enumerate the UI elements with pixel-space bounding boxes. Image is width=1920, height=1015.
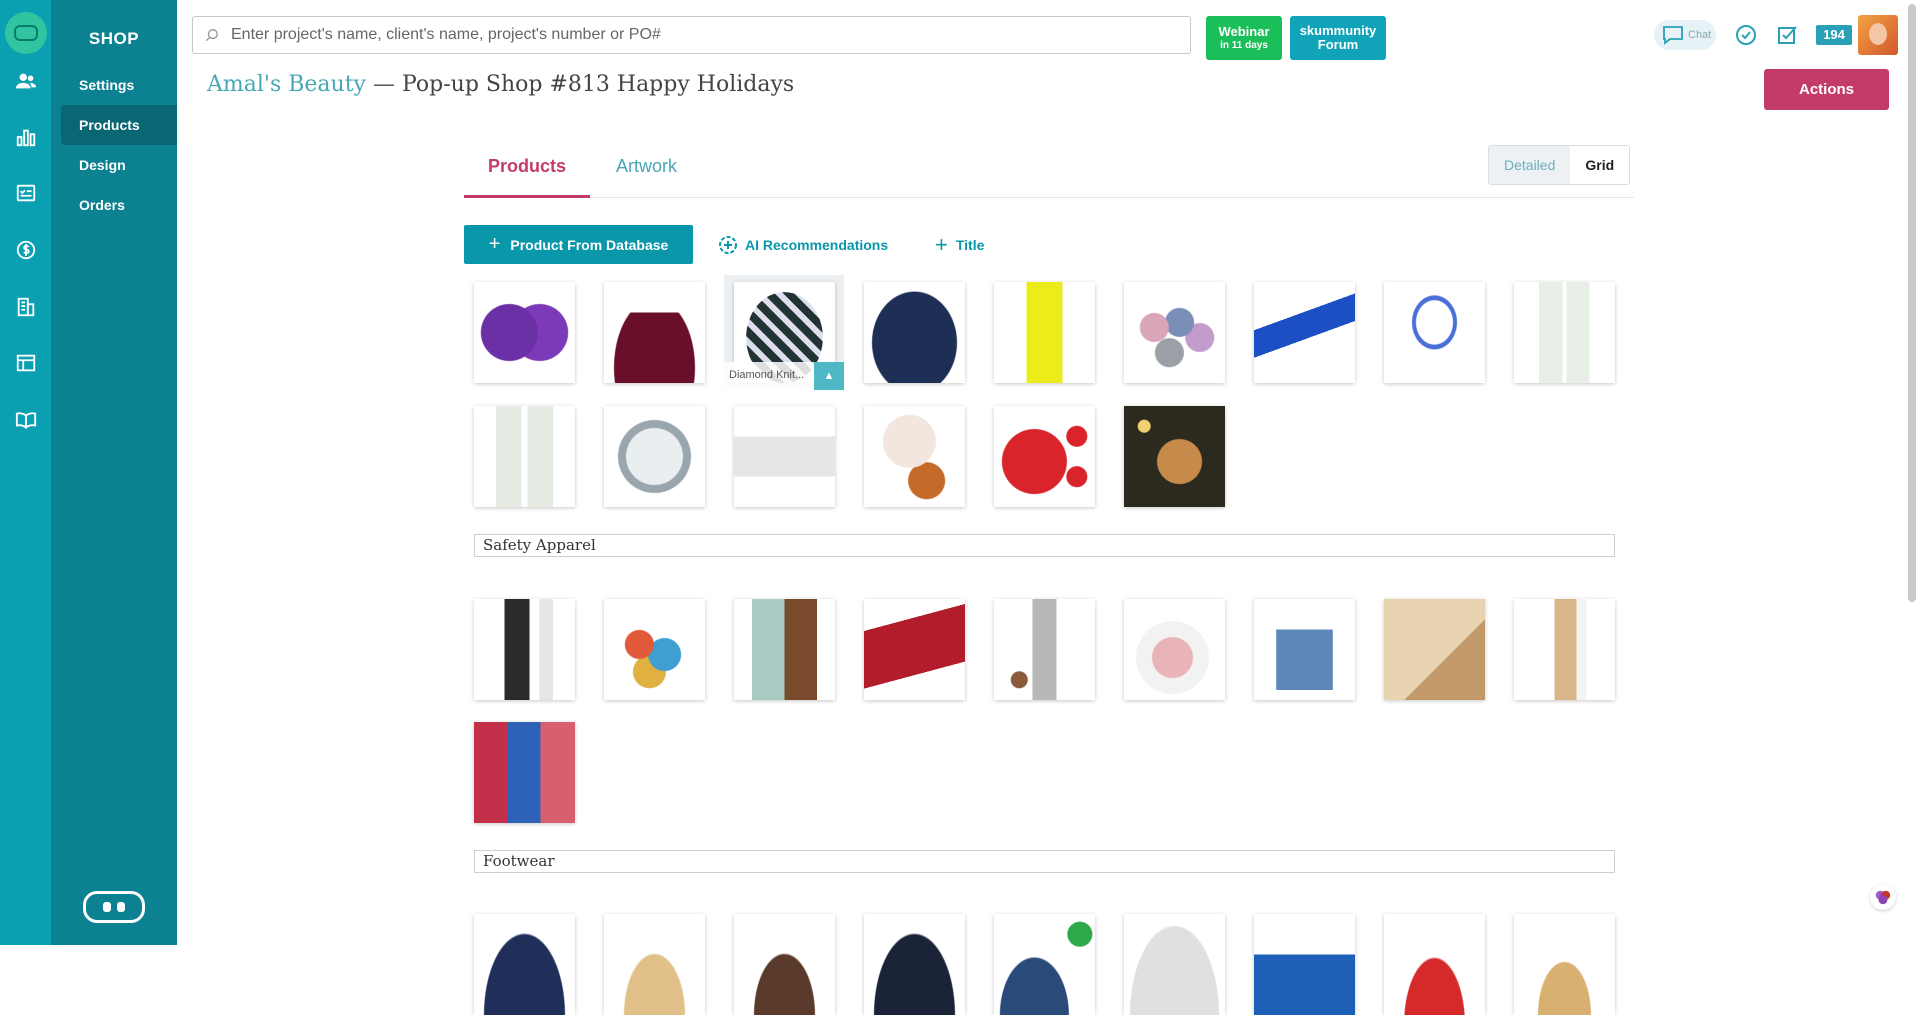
brain-assistant-icon[interactable] — [1870, 884, 1896, 910]
forum-button[interactable]: skummunity Forum — [1290, 16, 1386, 60]
product-thumbnail-water-bottle[interactable] — [474, 599, 575, 700]
product-thumbnail-tote[interactable] — [1254, 599, 1355, 700]
product-thumbnail-lip-balm[interactable] — [1514, 282, 1615, 383]
product-thumbnail-footwear-2[interactable] — [604, 914, 705, 1015]
product-thumbnail-aprons[interactable] — [734, 599, 835, 700]
product-thumbnail-lip-balm-pair[interactable] — [474, 406, 575, 507]
ai-recommendations-label: AI Recommendations — [745, 237, 889, 253]
product-thumbnail-jersey[interactable] — [474, 282, 575, 383]
product-thumbnail-tin[interactable] — [604, 406, 705, 507]
building-icon[interactable] — [14, 295, 38, 319]
notification-count-badge[interactable]: 194 — [1816, 25, 1852, 45]
product-thumbnail-footwear-8[interactable] — [1384, 914, 1485, 1015]
view-grid-option[interactable]: Grid — [1570, 146, 1630, 184]
webinar-button[interactable]: Webinar in 11 days — [1206, 16, 1282, 60]
tab-bar: Products Artwork — [464, 146, 1634, 198]
product-thumbnail-footwear-3[interactable] — [734, 914, 835, 1015]
product-thumbnail-paper-napkins[interactable] — [1384, 599, 1485, 700]
product-thumbnail-phone-cases[interactable] — [474, 722, 575, 823]
add-title-label: Title — [955, 237, 985, 253]
chat-bubble-icon — [1663, 26, 1683, 45]
product-caption-text: Diamond Knit... — [729, 369, 805, 381]
product-thumbnail-gift-tower[interactable] — [604, 599, 705, 700]
product-thumbnail-mug[interactable] — [1124, 599, 1225, 700]
sidebar-title: SHOP — [88, 29, 140, 48]
ai-recommendations-button[interactable]: AI Recommendations — [716, 231, 888, 259]
product-thumbnail-ornaments[interactable] — [994, 406, 1095, 507]
product-thumbnail-footwear-7[interactable] — [1254, 914, 1355, 1015]
search-icon — [205, 29, 218, 42]
tasks-icon[interactable] — [14, 181, 38, 205]
product-thumbnail-footwear-9[interactable] — [1514, 914, 1615, 1015]
product-thumbnail-footwear-5[interactable] — [994, 914, 1095, 1015]
chat-button[interactable]: Chat — [1654, 20, 1716, 50]
dollar-icon[interactable] — [14, 238, 38, 262]
section-title-safety-apparel[interactable]: Safety Apparel — [474, 534, 1615, 557]
product-thumbnail-sanitizer[interactable] — [1384, 282, 1485, 383]
icon-rail — [0, 0, 51, 945]
plus-icon: + — [935, 232, 948, 257]
caret-up-icon[interactable]: ▲ — [814, 362, 844, 390]
product-thumbnail-yellow-tank[interactable] — [994, 282, 1095, 383]
project-name: Pop-up Shop #813 Happy Holidays — [401, 72, 795, 97]
book-icon[interactable] — [14, 408, 38, 432]
search-input[interactable] — [231, 26, 1181, 44]
product-thumbnail-clear-pouch[interactable] — [734, 406, 835, 507]
header-icons: Chat 194 — [1654, 15, 1898, 55]
app-logo-icon[interactable] — [5, 12, 47, 54]
product-thumbnail-footwear-1[interactable] — [474, 914, 575, 1015]
tab-products[interactable]: Products — [464, 146, 591, 198]
product-thumbnail-navy-beanie[interactable] — [864, 282, 965, 383]
add-product-button[interactable]: + Product From Database — [464, 225, 693, 264]
view-detailed-option[interactable]: Detailed — [1489, 146, 1571, 184]
users-icon[interactable] — [14, 69, 38, 93]
chat-label: Chat — [1688, 29, 1712, 41]
avatar[interactable] — [1858, 15, 1898, 55]
product-thumbnail-red-gift-box[interactable] — [864, 599, 965, 700]
bar-chart-icon[interactable] — [14, 125, 38, 149]
product-thumbnail-kraft-box[interactable] — [1514, 599, 1615, 700]
product-thumbnail-snack-box[interactable] — [994, 599, 1095, 700]
product-caption: Diamond Knit... ▲ — [724, 362, 844, 390]
webinar-subtitle: in 11 days — [1220, 39, 1268, 51]
layout-icon[interactable] — [14, 351, 38, 375]
add-title-button[interactable]: + Title — [935, 231, 984, 259]
title-separator: — — [365, 72, 402, 97]
actions-button[interactable]: Actions — [1764, 69, 1889, 110]
product-thumbnail-flashlight[interactable] — [1254, 282, 1355, 383]
product-thumbnail-coaster[interactable] — [864, 406, 965, 507]
sidebar-item-settings[interactable]: Settings — [61, 65, 177, 105]
page-title: Amal's Beauty — Pop-up Shop #813 Happy H… — [207, 72, 794, 97]
client-link[interactable]: Amal's Beauty — [207, 72, 366, 97]
product-thumbnail-mittens[interactable] — [1124, 282, 1225, 383]
sidebar-item-design[interactable]: Design — [61, 145, 177, 185]
view-toggle: Detailed Grid — [1488, 145, 1631, 185]
section-title-footwear[interactable]: Footwear — [474, 850, 1615, 873]
product-thumbnail-footwear-4[interactable] — [864, 914, 965, 1015]
edit-checklist-icon[interactable] — [1776, 23, 1800, 47]
shop-sidebar: SHOP Settings Products Design Orders — [51, 0, 177, 945]
product-thumbnail-wood-ornament[interactable] — [1124, 406, 1225, 507]
sidebar-item-products[interactable]: Products — [61, 105, 177, 145]
product-thumbnail-maroon-tee[interactable] — [604, 282, 705, 383]
tab-artwork[interactable]: Artwork — [592, 146, 701, 198]
plus-icon: + — [488, 233, 501, 255]
forum-line2: Forum — [1317, 37, 1359, 52]
search-bar — [192, 16, 1191, 54]
forum-line1: skummunity — [1299, 22, 1377, 38]
ai-target-icon — [719, 236, 737, 254]
page-scrollbar[interactable] — [1908, 4, 1916, 602]
check-circle-icon[interactable] — [1734, 23, 1758, 47]
add-product-label: Product From Database — [510, 236, 669, 253]
product-thumbnail-footwear-6[interactable] — [1124, 914, 1225, 1015]
sidebar-item-orders[interactable]: Orders — [61, 185, 177, 225]
bot-icon[interactable] — [83, 891, 145, 923]
webinar-title: Webinar — [1218, 24, 1270, 40]
